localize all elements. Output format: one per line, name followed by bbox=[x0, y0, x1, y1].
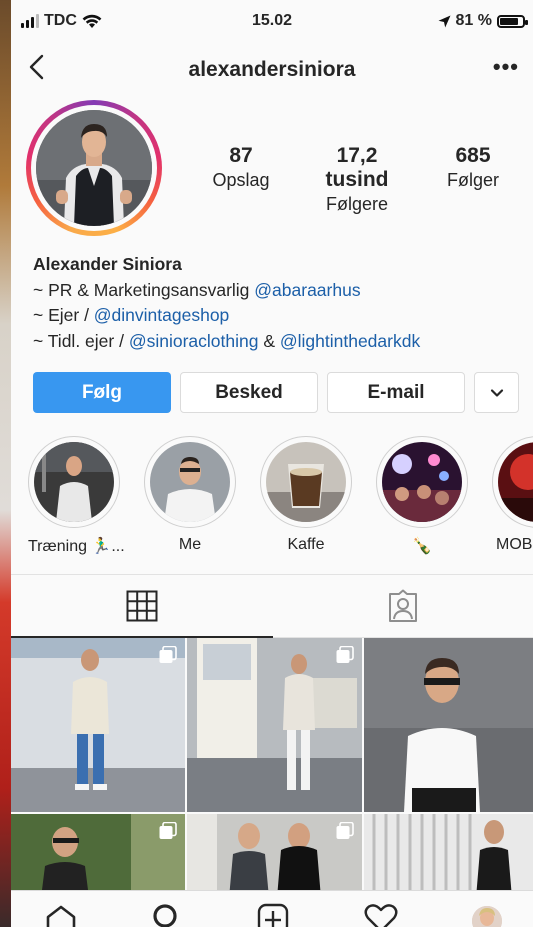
bio-text: ~ Tidl. ejer / bbox=[33, 330, 129, 351]
highlight-item[interactable]: MOBIL bbox=[492, 436, 533, 554]
posts-count: 87 bbox=[229, 144, 253, 167]
profile-username: alexandersiniora bbox=[188, 58, 356, 81]
post-thumbnail[interactable] bbox=[187, 814, 362, 898]
battery-icon bbox=[497, 14, 528, 28]
bio-mention-link[interactable]: @lightinthedarkdk bbox=[280, 331, 420, 351]
highlight-cover bbox=[498, 442, 533, 522]
profile-bio: Alexander Siniora ~ PR & Marketingsansva… bbox=[33, 252, 523, 354]
highlight-cover bbox=[150, 442, 230, 522]
status-bar: TDC 15.02 81 % bbox=[11, 0, 533, 44]
highlight-label: Træning 🏃‍♂️... bbox=[28, 538, 125, 555]
add-icon[interactable] bbox=[257, 903, 289, 927]
following-count: 685 bbox=[455, 144, 491, 167]
bio-mention-link[interactable]: @sinioraclothing bbox=[129, 331, 259, 351]
multiple-posts-icon bbox=[336, 822, 354, 839]
multiple-posts-icon bbox=[159, 646, 177, 663]
avatar[interactable] bbox=[472, 906, 502, 927]
post-thumbnail[interactable] bbox=[11, 638, 185, 812]
profile-tabs bbox=[11, 574, 533, 638]
followers-count: 17,2 tusind bbox=[325, 144, 389, 191]
bio-line-1: ~ PR & Marketingsansvarlig @abaraarhus bbox=[33, 278, 523, 304]
profile-name: Alexander Siniora bbox=[33, 254, 182, 274]
highlight-item[interactable]: Kaffe bbox=[260, 436, 352, 554]
bottom-tab-bar bbox=[11, 890, 533, 927]
highlight-cover bbox=[34, 442, 114, 522]
location-arrow-icon bbox=[438, 15, 451, 27]
top-nav: alexandersiniora ••• bbox=[11, 44, 533, 94]
profile-actions: Følg Besked E-mail bbox=[33, 372, 523, 413]
bio-text: ~ PR & Marketingsansvarlig bbox=[33, 279, 255, 300]
followers-label: Følgere bbox=[325, 194, 388, 214]
bio-text: & bbox=[258, 330, 280, 351]
profile-stats: 87 Opslag 17,2 tusind Følgere 685 Følger bbox=[191, 144, 523, 215]
highlight-cover bbox=[266, 442, 346, 522]
status-right: 81 % bbox=[438, 12, 528, 30]
bio-mention-link[interactable]: @dinvintageshop bbox=[94, 305, 230, 325]
bio-line-3: ~ Tidl. ejer / @sinioraclothing & @light… bbox=[33, 329, 523, 355]
phone-screen: TDC 15.02 81 % alexandersiniora ••• 87 O… bbox=[11, 0, 533, 927]
highlight-label: MOBIL bbox=[496, 536, 533, 553]
battery-percent: 81 % bbox=[455, 12, 492, 29]
highlight-item[interactable]: 🍾 bbox=[376, 436, 468, 556]
tab-tagged[interactable] bbox=[273, 575, 533, 637]
bio-line-2: ~ Ejer / @dinvintageshop bbox=[33, 303, 523, 329]
tab-grid[interactable] bbox=[11, 575, 273, 637]
search-icon[interactable] bbox=[150, 903, 182, 927]
grid-icon bbox=[126, 590, 158, 622]
home-icon[interactable] bbox=[45, 905, 77, 927]
highlight-label: 🍾 bbox=[412, 538, 432, 555]
tagged-icon bbox=[389, 589, 417, 622]
highlight-cover bbox=[382, 442, 462, 522]
highlight-item[interactable]: Me bbox=[144, 436, 236, 554]
follow-button[interactable]: Følg bbox=[33, 372, 171, 413]
stat-posts[interactable]: 87 Opslag bbox=[191, 144, 291, 215]
post-thumbnail[interactable] bbox=[187, 638, 362, 812]
profile-avatar[interactable] bbox=[26, 100, 162, 236]
more-icon[interactable]: ••• bbox=[493, 54, 519, 80]
post-thumbnail[interactable] bbox=[364, 638, 533, 812]
stat-following[interactable]: 685 Følger bbox=[423, 144, 523, 215]
following-label: Følger bbox=[446, 170, 499, 190]
multiple-posts-icon bbox=[159, 822, 177, 839]
highlight-item[interactable]: Træning 🏃‍♂️... bbox=[28, 436, 125, 556]
multiple-posts-icon bbox=[336, 646, 354, 663]
profile-photo bbox=[36, 110, 152, 226]
highlight-label: Kaffe bbox=[287, 536, 325, 553]
stat-followers[interactable]: 17,2 tusind Følgere bbox=[307, 144, 407, 215]
bio-text: ~ Ejer / bbox=[33, 305, 94, 325]
post-thumbnail[interactable] bbox=[364, 814, 533, 898]
posts-label: Opslag bbox=[212, 170, 270, 190]
message-button[interactable]: Besked bbox=[180, 372, 318, 413]
highlight-label: Me bbox=[178, 536, 202, 553]
chevron-down-icon bbox=[490, 388, 503, 397]
suggestions-dropdown-button[interactable] bbox=[474, 372, 519, 413]
posts-grid bbox=[11, 638, 533, 898]
post-thumbnail[interactable] bbox=[11, 814, 185, 898]
email-button[interactable]: E-mail bbox=[327, 372, 465, 413]
background-edge bbox=[0, 0, 11, 927]
bio-mention-link[interactable]: @abaraarhus bbox=[254, 280, 360, 300]
heart-icon[interactable] bbox=[364, 903, 398, 927]
